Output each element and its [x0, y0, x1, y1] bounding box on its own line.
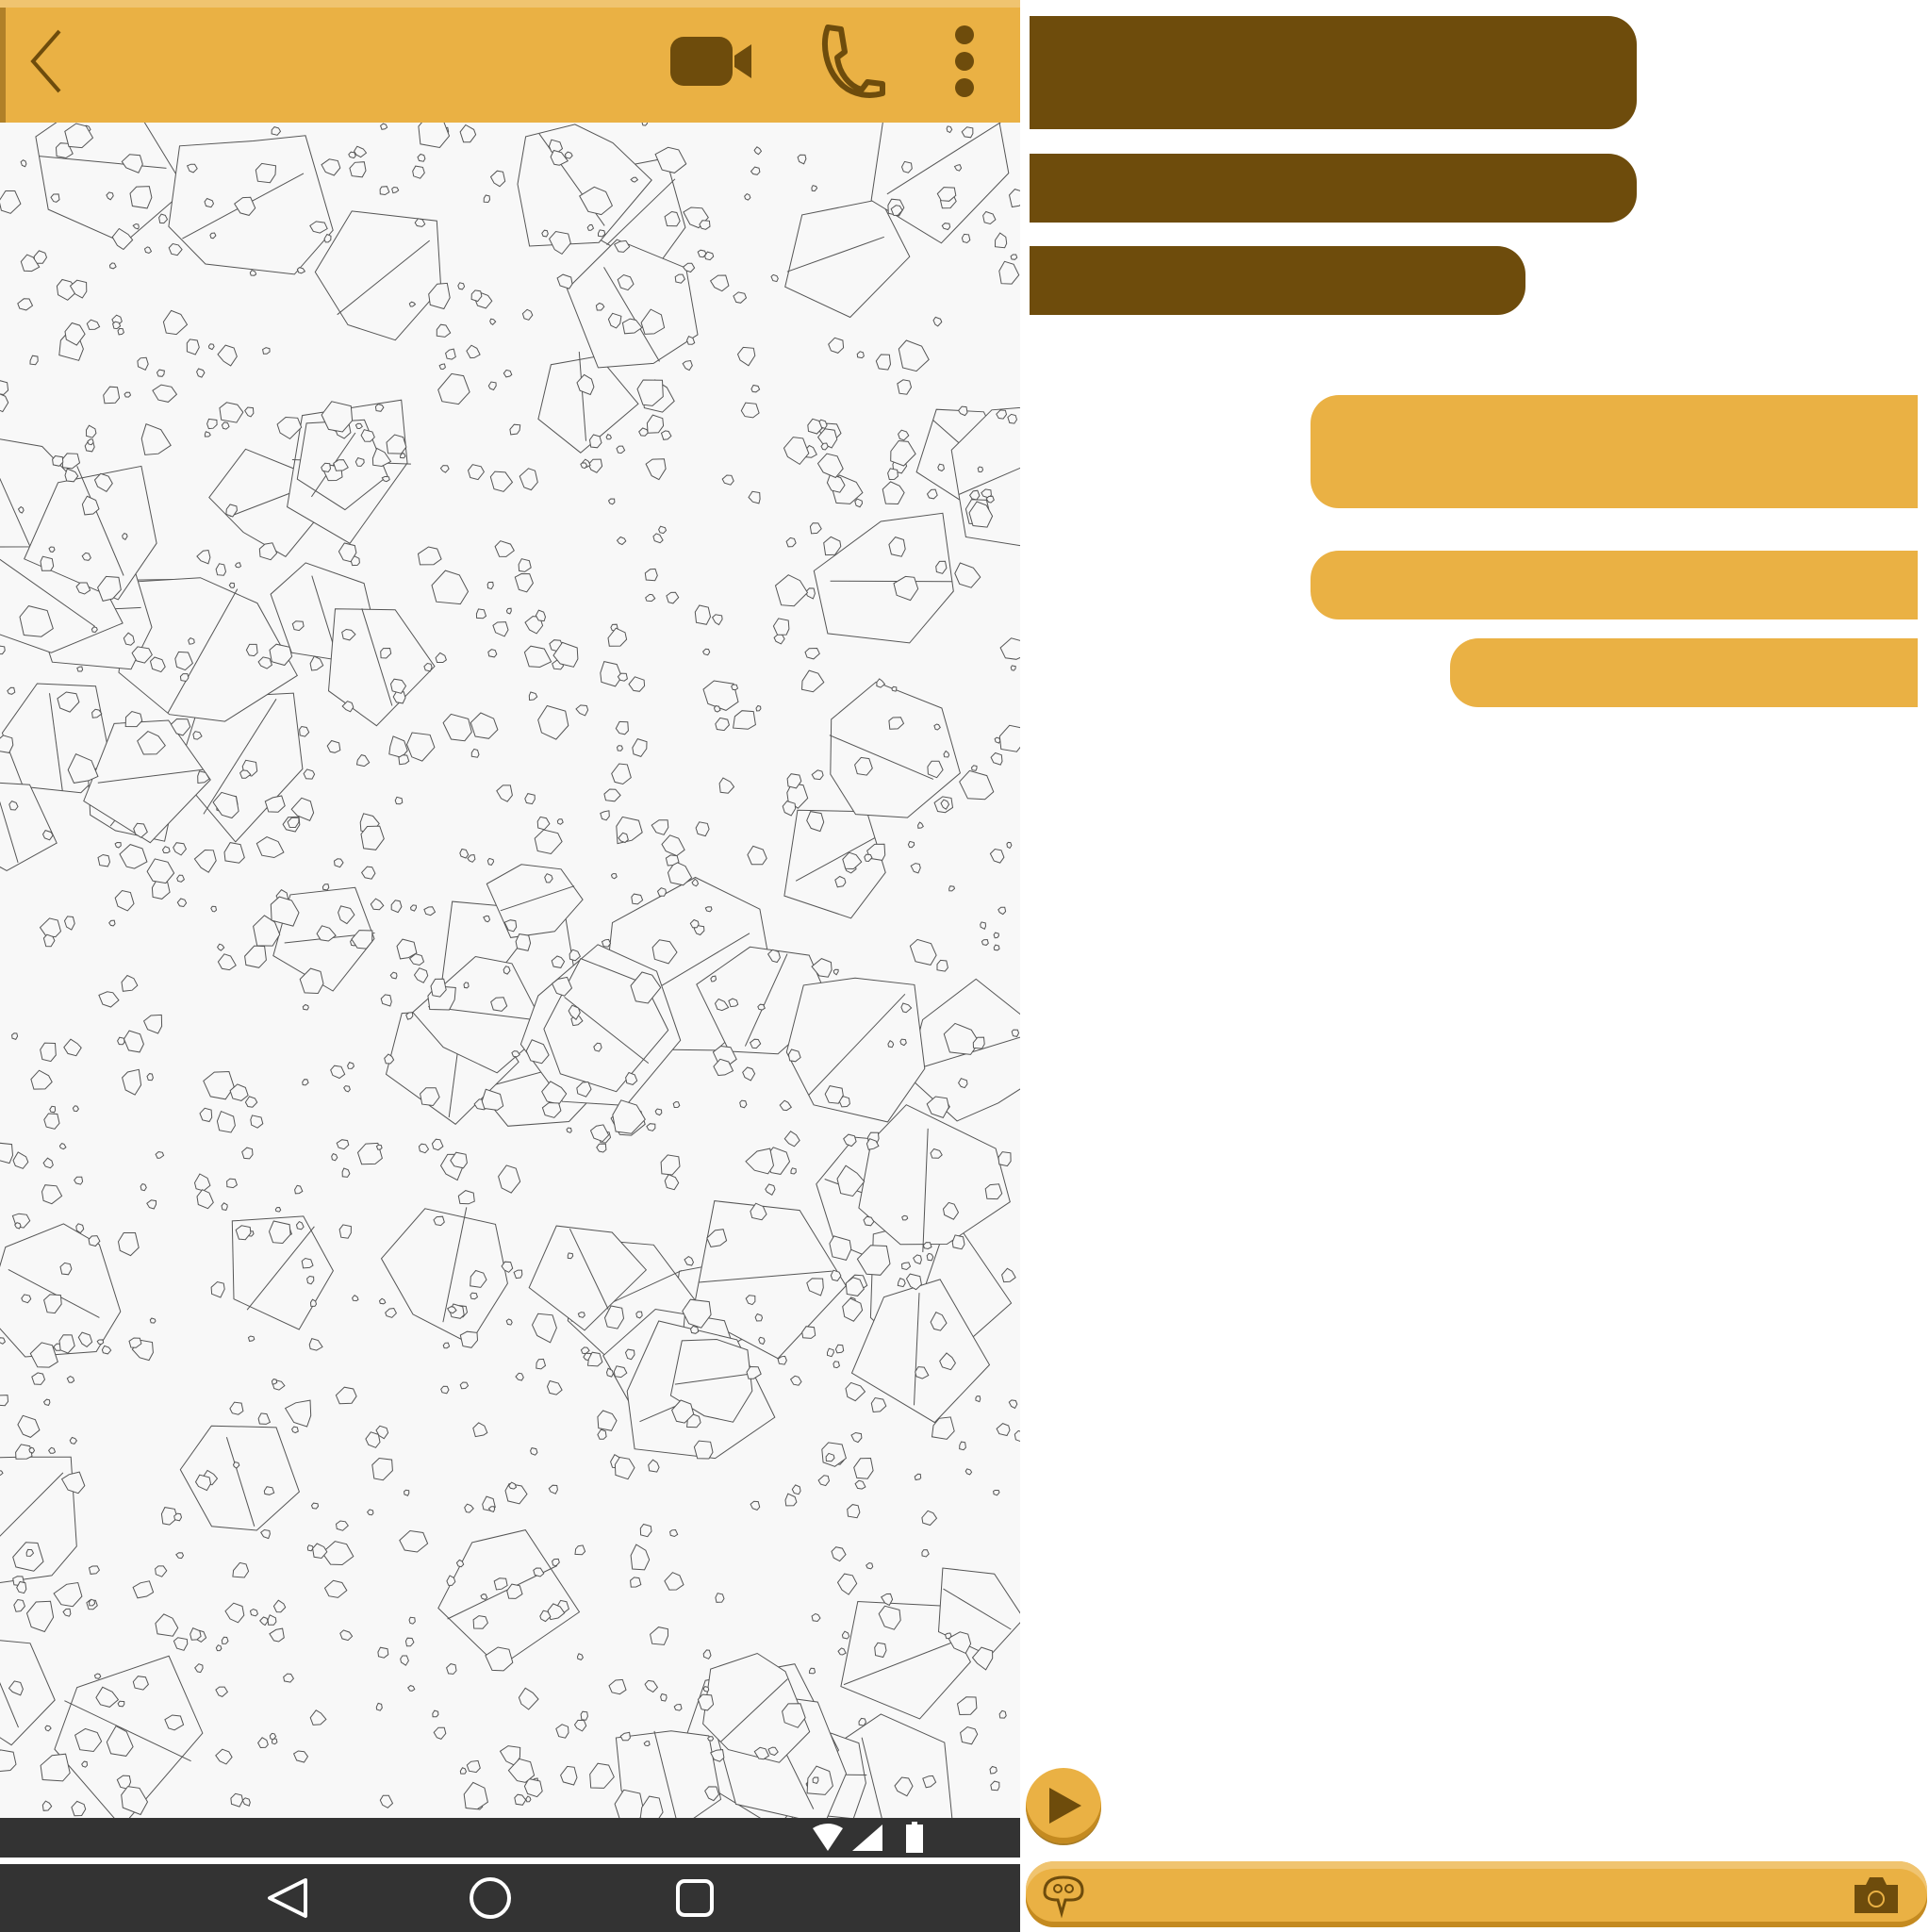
sent-bubble [1311, 551, 1918, 619]
play-icon [1049, 1788, 1081, 1824]
signal-icon [849, 1822, 886, 1854]
navigation-bar [0, 1864, 1020, 1932]
phone-icon[interactable] [818, 21, 889, 101]
message-input[interactable] [1092, 1874, 1850, 1914]
play-button[interactable] [1026, 1768, 1101, 1843]
camera-icon[interactable] [1848, 1871, 1904, 1920]
battery-icon [900, 1822, 929, 1854]
chat-header [0, 0, 1020, 130]
wifi-icon [809, 1822, 847, 1854]
phone-screen [0, 0, 1020, 1932]
video-camera-icon[interactable] [665, 28, 759, 94]
more-vertical-icon[interactable] [943, 19, 985, 104]
received-bubble [1030, 154, 1637, 223]
back-triangle-icon[interactable] [259, 1874, 316, 1923]
recents-square-icon[interactable] [667, 1872, 723, 1924]
sent-bubble [1450, 638, 1918, 707]
stone-pattern-background [0, 123, 1020, 1818]
message-input-bar[interactable] [1026, 1861, 1927, 1927]
status-bar [0, 1818, 1020, 1858]
received-bubble [1030, 16, 1637, 129]
home-circle-icon[interactable] [462, 1872, 519, 1924]
sent-bubble [1311, 395, 1918, 508]
chevron-left-icon[interactable] [19, 19, 75, 104]
emoji-sticker-icon[interactable] [1037, 1871, 1090, 1920]
chat-wallpaper [0, 123, 1020, 1818]
received-bubble [1030, 246, 1525, 315]
